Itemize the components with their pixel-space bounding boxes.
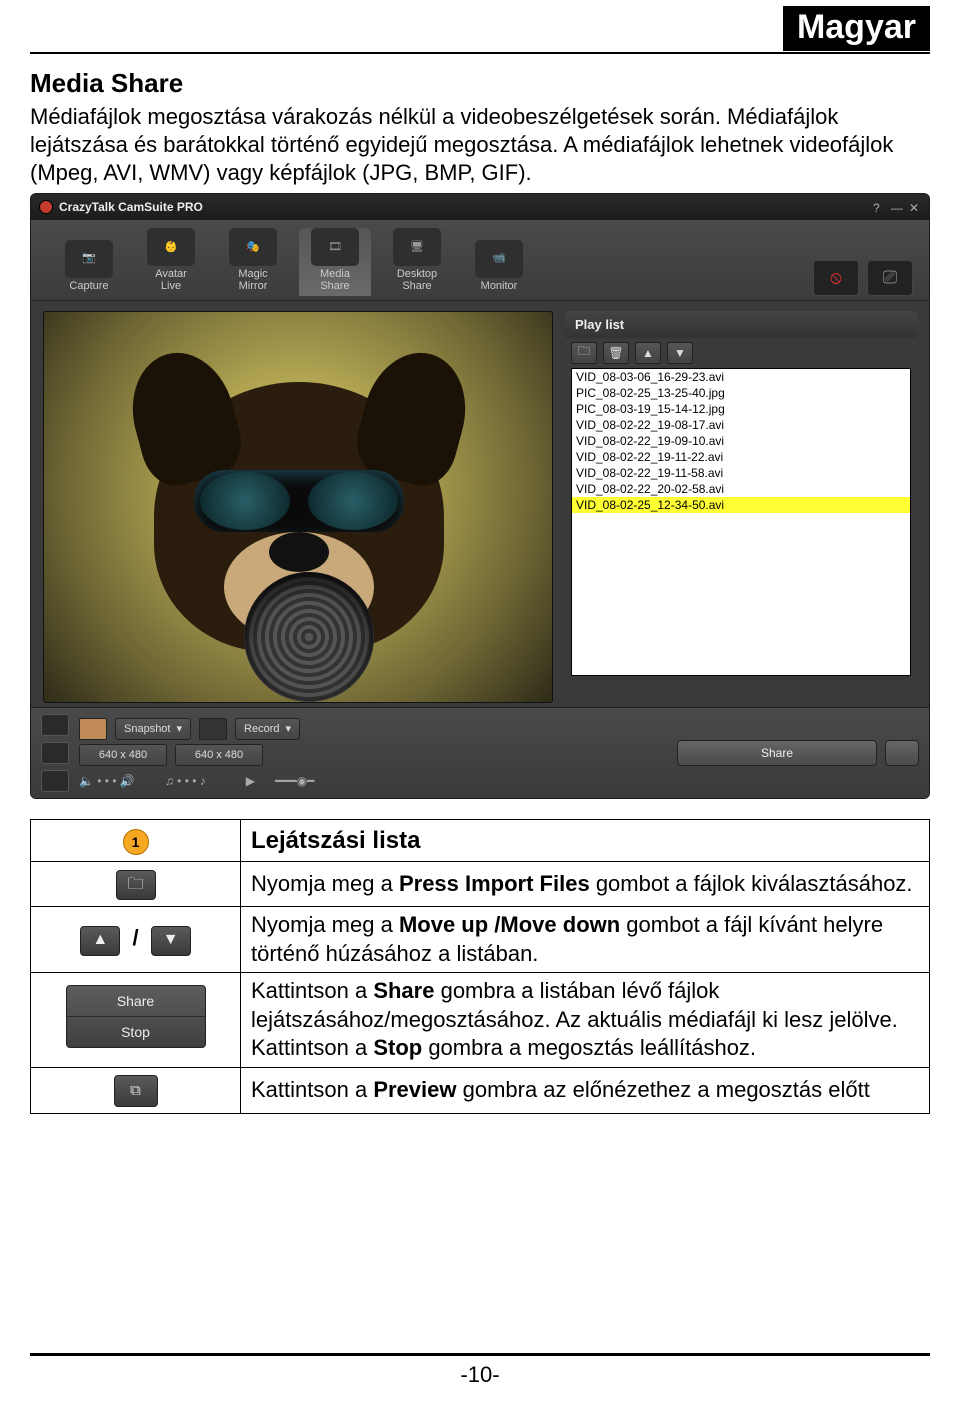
resolution-select-2[interactable]: 640 x 480 [175, 744, 263, 766]
top-rule [30, 52, 930, 54]
step-badge-1: 1 [123, 829, 149, 855]
intro-paragraph: Médiafájlok megosztása várakozás nélkül … [30, 103, 930, 187]
main-toolbar: 📷Capture 👶Avatar Live 🎭Magic Mirror 🎞Med… [31, 220, 929, 300]
move-down-icon: ▼ [151, 926, 191, 956]
page-number: -10- [0, 1362, 960, 1388]
language-banner: Magyar [783, 6, 930, 51]
tab-monitor[interactable]: 📹Monitor [463, 240, 535, 296]
row2-text: Nyomja meg a Press Import Files gombot a… [241, 861, 930, 906]
playlist-item[interactable]: VID_08-02-25_12-34-50.avi [572, 497, 910, 513]
preview-toggle-icon[interactable] [885, 740, 919, 766]
record-thumb-icon [199, 718, 227, 740]
share-button[interactable]: Share [677, 740, 877, 766]
playlist-item[interactable]: VID_08-02-22_19-09-10.avi [572, 433, 910, 449]
playlist-item[interactable]: PIC_08-02-25_13-25-40.jpg [572, 385, 910, 401]
section-title: Media Share [30, 68, 930, 99]
app-window: CrazyTalk CamSuite PRO ? — ✕ 📷Capture 👶A… [30, 193, 930, 798]
tray-camera-icon[interactable]: ⎚ [867, 260, 913, 296]
badge-icon[interactable] [41, 714, 69, 736]
help-icon[interactable]: ? [873, 201, 885, 213]
playlist-panel: Play list 🗀 🗑 ▲ ▼ VID_08-03-06_16-29-23.… [565, 311, 917, 703]
resolution-select[interactable]: 640 x 480 [79, 744, 167, 766]
delete-button[interactable]: 🗑 [603, 342, 629, 364]
tab-capture[interactable]: 📷Capture [53, 240, 125, 296]
playlist-item[interactable]: PIC_08-03-19_15-14-12.jpg [572, 401, 910, 417]
titlebar: CrazyTalk CamSuite PRO ? — ✕ [31, 194, 929, 220]
playlist-item[interactable]: VID_08-02-22_19-11-22.avi [572, 449, 910, 465]
app-title: CrazyTalk CamSuite PRO [59, 200, 203, 214]
playlist-title: Play list [565, 311, 917, 338]
row3-text: Nyomja meg a Move up /Move down gombot a… [241, 907, 930, 973]
playlist-item[interactable]: VID_08-02-22_20-02-58.avi [572, 481, 910, 497]
description-table: 1 Lejátszási lista 🗀 Nyomja meg a Press … [30, 819, 930, 1114]
tab-magic-mirror[interactable]: 🎭Magic Mirror [217, 228, 289, 295]
tab-avatar-live[interactable]: 👶Avatar Live [135, 228, 207, 295]
footer-rule [30, 1353, 930, 1356]
tray-mute-icon[interactable]: ⦸ [813, 260, 859, 296]
move-up-icon: ▲ [80, 926, 120, 956]
snapshot-button[interactable]: Snapshot▾ [115, 718, 191, 740]
move-up-button[interactable]: ▲ [635, 342, 661, 364]
tab-desktop-share[interactable]: 🖥Desktop Share [381, 228, 453, 295]
snapshot-thumb-icon [79, 718, 107, 740]
playlist-item[interactable]: VID_08-03-06_16-29-23.avi [572, 369, 910, 385]
stamp-icon[interactable] [41, 770, 69, 792]
playlist-item[interactable]: VID_08-02-22_19-11-58.avi [572, 465, 910, 481]
music-dots-icon[interactable]: ♫ • • • ♪ [165, 774, 206, 788]
import-files-icon: 🗀 [116, 870, 156, 900]
preview-icon: ⧉ [114, 1075, 158, 1107]
minimize-icon[interactable]: — [891, 201, 903, 213]
bottom-bar: Snapshot▾ Record▾ 640 x 480 640 x 480 🔈 … [31, 707, 929, 798]
row5-text: Kattintson a Preview gombra az előnézeth… [241, 1068, 930, 1114]
playlist-item[interactable]: VID_08-02-22_19-08-17.avi [572, 417, 910, 433]
play-control-icon[interactable]: ▶ [246, 774, 255, 788]
video-preview [43, 311, 553, 703]
tab-media-share[interactable]: 🎞Media Share [299, 228, 371, 295]
move-down-button[interactable]: ▼ [667, 342, 693, 364]
row1-label: Lejátszási lista [241, 819, 930, 861]
text-tool-icon[interactable] [41, 742, 69, 764]
share-stop-icon: Share Stop [66, 985, 206, 1048]
progress-bar[interactable]: ━━━◉━ [275, 774, 314, 788]
volume-dots-icon[interactable]: 🔈 • • • 🔊 [79, 774, 135, 788]
import-files-button[interactable]: 🗀 [571, 342, 597, 364]
playlist-list[interactable]: VID_08-03-06_16-29-23.aviPIC_08-02-25_13… [571, 368, 911, 676]
row4-text: Kattintson a Share gombra a listában lév… [241, 973, 930, 1068]
app-logo-icon [39, 200, 53, 214]
record-button[interactable]: Record▾ [235, 718, 300, 740]
close-icon[interactable]: ✕ [909, 201, 921, 213]
